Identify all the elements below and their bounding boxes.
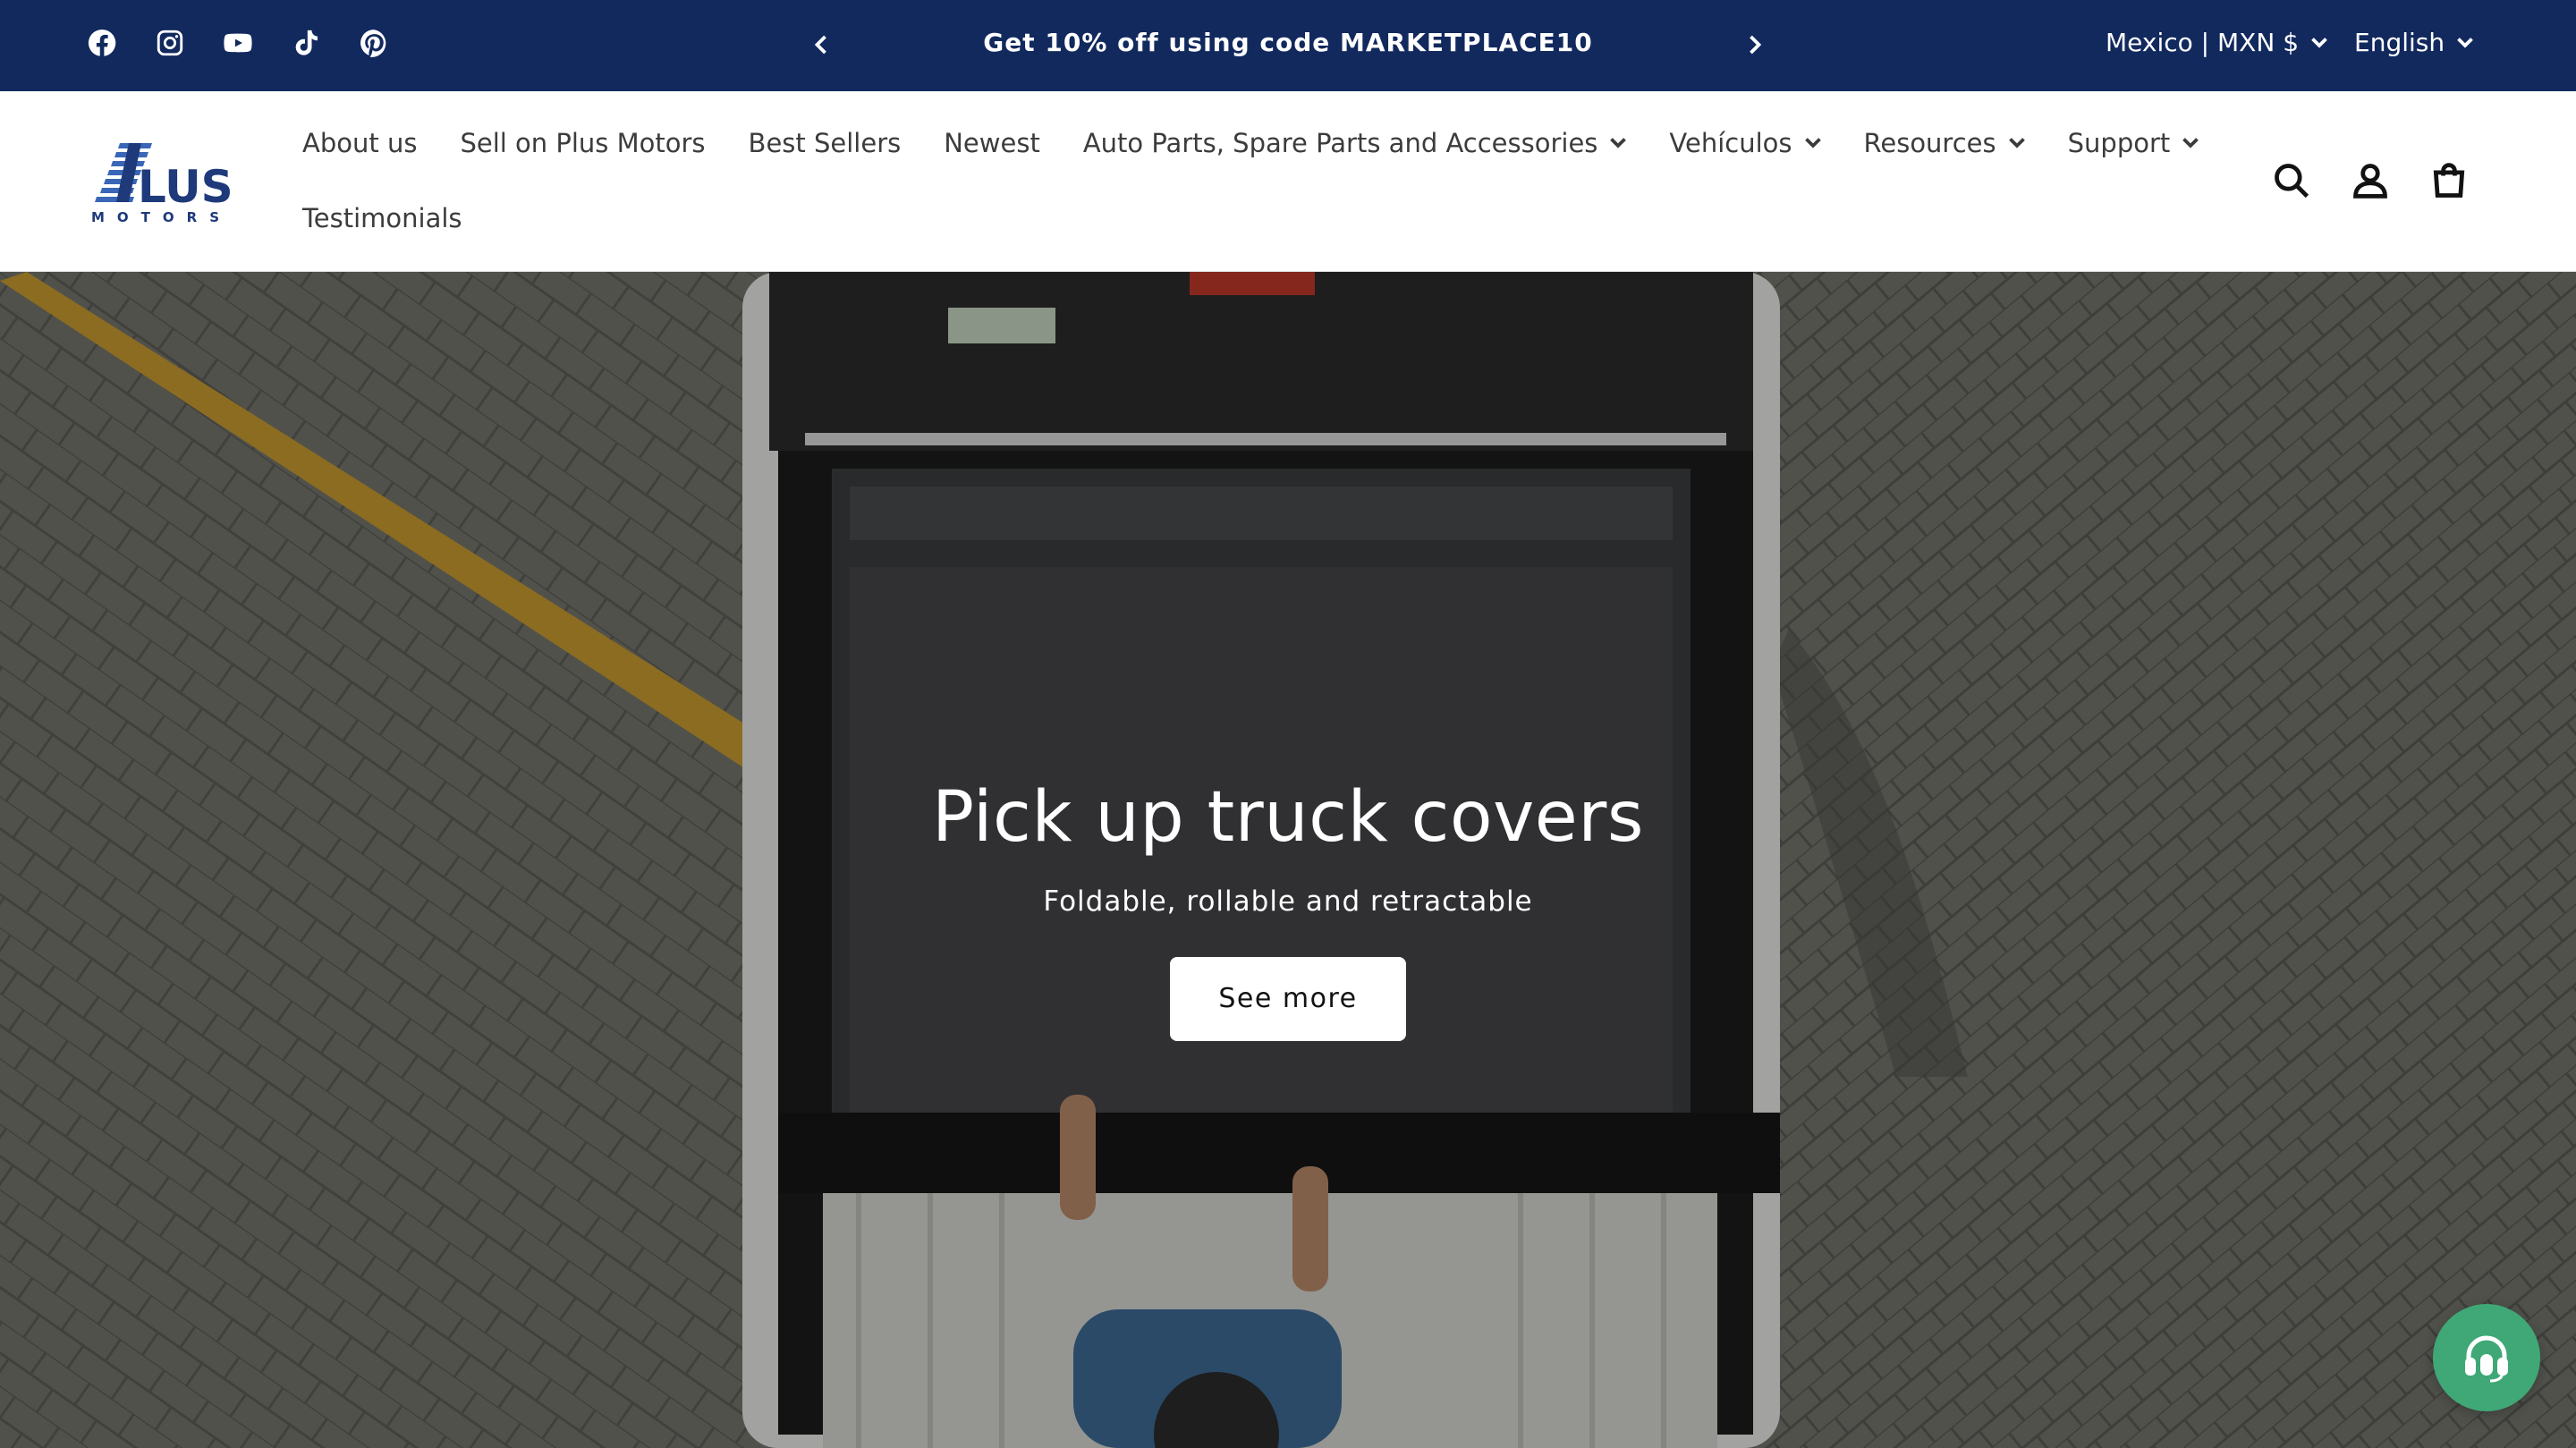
nav-item-label: Testimonials xyxy=(302,203,462,233)
account-button[interactable] xyxy=(2351,159,2390,202)
instagram-link[interactable] xyxy=(154,27,186,59)
search-button[interactable] xyxy=(2272,159,2311,202)
announcement-prev-button[interactable] xyxy=(803,27,839,63)
logo-wordmark: LUS xyxy=(138,161,233,213)
language-selector-label: English xyxy=(2354,28,2445,57)
logo-subtitle: MOTORS xyxy=(91,209,232,225)
nav-item-sell-on-plus-motors[interactable]: Sell on Plus Motors xyxy=(460,125,705,161)
social-links xyxy=(86,27,390,59)
main-navigation: About us Sell on Plus Motors Best Seller… xyxy=(302,116,2199,245)
nav-item-label: Sell on Plus Motors xyxy=(460,128,706,158)
cart-button[interactable] xyxy=(2429,159,2469,202)
promo-text: Get 10% off using code MARKETPLACE10 xyxy=(983,28,1593,57)
brand-logo[interactable]: LUS MOTORS xyxy=(89,140,236,225)
account-icon xyxy=(2353,164,2387,199)
hero-banner: Pick up truck covers Foldable, rollable … xyxy=(0,272,2576,1448)
cart-icon xyxy=(2433,163,2465,198)
tiktok-icon xyxy=(295,30,318,55)
facebook-icon xyxy=(88,30,116,56)
chevron-down-icon xyxy=(2311,38,2327,48)
support-chat-button[interactable] xyxy=(2433,1304,2540,1411)
chevron-right-icon xyxy=(1750,35,1762,55)
youtube-link[interactable] xyxy=(222,27,254,59)
nav-row-1: About us Sell on Plus Motors Best Seller… xyxy=(302,116,2199,170)
facebook-link[interactable] xyxy=(86,27,118,59)
plus-motors-logo: LUS MOTORS xyxy=(91,143,233,225)
chevron-down-icon xyxy=(1804,138,1821,148)
country-selector-label: Mexico | MXN $ xyxy=(2106,28,2300,57)
hero-title: Pick up truck covers xyxy=(932,777,1644,858)
nav-item-label: Support xyxy=(2067,128,2171,158)
chevron-down-icon xyxy=(1610,138,1627,148)
nav-item-best-sellers[interactable]: Best Sellers xyxy=(749,125,902,161)
nav-item-label: Resources xyxy=(1863,128,1996,158)
pinterest-icon xyxy=(360,30,386,57)
instagram-icon xyxy=(157,30,183,56)
nav-item-about-us[interactable]: About us xyxy=(302,125,417,161)
nav-item-label: Vehículos xyxy=(1669,128,1792,158)
nav-item-label: Newest xyxy=(944,128,1040,158)
site-header: LUS MOTORS About us Sell on Plus Motors … xyxy=(0,91,2576,272)
nav-item-support[interactable]: Support xyxy=(2068,125,2199,161)
search-icon xyxy=(2275,164,2309,199)
header-icons xyxy=(2272,159,2469,202)
see-more-button[interactable]: See more xyxy=(1170,957,1406,1041)
hero-content: Pick up truck covers Foldable, rollable … xyxy=(841,773,1735,1041)
nav-item-testimonials[interactable]: Testimonials xyxy=(302,200,462,236)
pinterest-link[interactable] xyxy=(358,27,390,59)
nav-item-label: About us xyxy=(302,128,418,158)
hero-subtitle: Foldable, rollable and retractable xyxy=(1043,885,1533,918)
nav-item-label: Auto Parts, Spare Parts and Accessories xyxy=(1082,128,1598,158)
nav-row-2: Testimonials xyxy=(302,191,2181,245)
nav-item-newest[interactable]: Newest xyxy=(944,125,1040,161)
chevron-down-icon xyxy=(2457,38,2473,48)
nav-item-vehiculos[interactable]: Vehículos xyxy=(1669,125,1821,161)
nav-item-resources[interactable]: Resources xyxy=(1864,125,2025,161)
headset-icon xyxy=(2465,1335,2508,1383)
chevron-down-icon xyxy=(2182,138,2199,148)
announcement-bar: Get 10% off using code MARKETPLACE10 Mex… xyxy=(0,0,2576,91)
chevron-down-icon xyxy=(2008,138,2025,148)
chevron-left-icon xyxy=(814,35,826,55)
language-selector[interactable]: English xyxy=(2354,25,2473,61)
nav-item-label: Best Sellers xyxy=(748,128,902,158)
nav-item-auto-parts[interactable]: Auto Parts, Spare Parts and Accessories xyxy=(1083,125,1627,161)
tiktok-link[interactable] xyxy=(290,27,322,59)
youtube-icon xyxy=(224,33,252,53)
announcement-next-button[interactable] xyxy=(1737,27,1773,63)
country-selector[interactable]: Mexico | MXN $ xyxy=(2106,25,2327,61)
